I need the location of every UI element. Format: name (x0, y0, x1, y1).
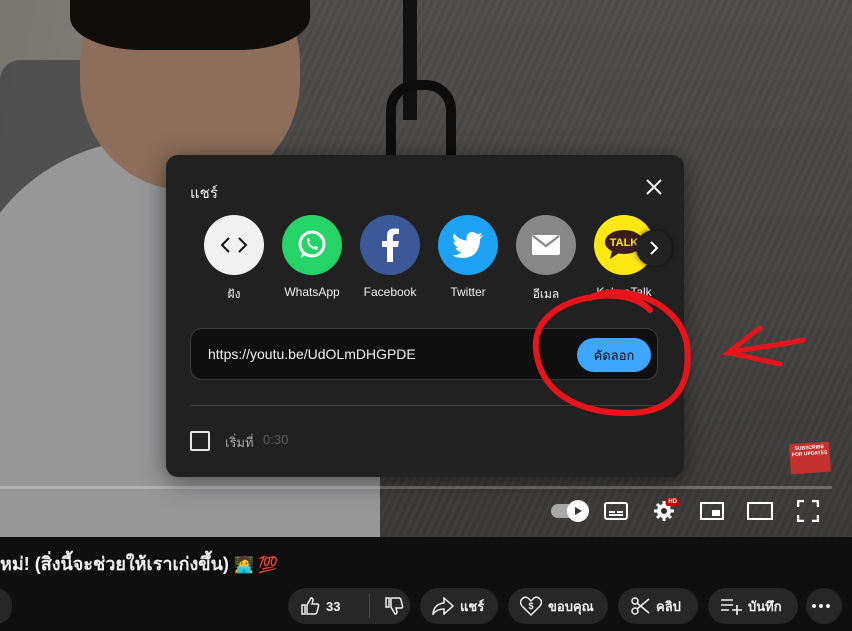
like-button[interactable]: 33 (288, 594, 370, 618)
save-button-label: บันทึก (748, 598, 782, 614)
share-label: KakaoTalk (596, 285, 652, 299)
miniplayer-icon (700, 502, 724, 520)
thumbs-down-icon (385, 597, 404, 615)
thanks-button-label: ขอบคุณ (548, 598, 594, 614)
save-button[interactable]: บันทึก (708, 588, 798, 624)
clip-button-label: คลิป (656, 598, 681, 614)
video-title-emojis: 🧑‍💻 💯 (233, 557, 279, 574)
share-label: ฝัง (227, 287, 241, 301)
share-arrow-icon (432, 597, 454, 615)
share-facebook[interactable]: Facebook (351, 215, 429, 299)
share-label: Facebook (363, 285, 417, 299)
share-label: WhatsApp (284, 285, 340, 299)
share-targets: ฝัง WhatsApp Facebook Twitter อีเมล TALK… (195, 215, 655, 305)
chevron-right-icon (650, 241, 659, 255)
thumbs-up-icon (301, 597, 320, 615)
share-email[interactable]: อีเมล (507, 215, 585, 304)
theater-icon (747, 502, 773, 520)
whatsapp-icon (298, 230, 326, 258)
twitter-icon (452, 232, 483, 258)
share-label: อีเมล (532, 287, 560, 301)
share-dialog: แชร์ ฝัง WhatsApp Facebook Twitter อีเมล… (166, 155, 684, 477)
more-actions-button[interactable] (806, 588, 842, 624)
video-title: หม่! (สิ่งนี้จะช่วยให้เราเก่งขึ้น) 🧑‍💻 💯 (0, 549, 278, 578)
subscribe-watermark[interactable]: SUBSCRIBE FOR UPDATES (789, 441, 831, 475)
start-at-label: เริ่มที่ (225, 435, 254, 450)
share-next-button[interactable] (636, 230, 672, 266)
autoplay-toggle[interactable] (544, 496, 592, 526)
share-embed[interactable]: ฝัง (195, 215, 273, 304)
dislike-button[interactable] (370, 596, 410, 616)
subtitles-icon (604, 502, 628, 520)
share-button[interactable]: แชร์ (420, 588, 498, 624)
progress-bar[interactable] (0, 486, 832, 489)
embed-icon (220, 237, 248, 253)
dialog-title: แชร์ (190, 185, 218, 202)
theater-mode-button[interactable] (736, 496, 784, 526)
play-icon (567, 500, 589, 522)
like-count: 33 (326, 598, 341, 614)
facebook-icon (382, 228, 399, 262)
player-controls: HD (544, 496, 832, 526)
kakaotalk-badge-text: TALK (610, 237, 639, 249)
like-dislike-group: 33 (288, 588, 410, 624)
share-whatsapp[interactable]: WhatsApp (273, 215, 351, 299)
clip-button[interactable]: คลิป (618, 588, 698, 624)
hd-badge: HD (666, 498, 679, 506)
start-at-checkbox[interactable] (190, 431, 210, 451)
scissors-icon (631, 597, 650, 615)
share-url[interactable]: https://youtu.be/UdOLmDHGPDE (208, 346, 416, 362)
settings-button[interactable]: HD (640, 496, 688, 526)
channel-pill[interactable] (0, 588, 12, 624)
copy-button[interactable]: คัดลอก (577, 338, 651, 372)
share-twitter[interactable]: Twitter (429, 215, 507, 299)
video-title-text: หม่! (สิ่งนี้จะช่วยให้เราเก่งขึ้น) (0, 554, 229, 574)
svg-text:$: $ (528, 601, 533, 611)
start-at-time: 0:30 (263, 432, 289, 447)
fullscreen-button[interactable] (784, 496, 832, 526)
thanks-button[interactable]: $ ขอบคุณ (508, 588, 608, 624)
dialog-divider (190, 405, 660, 406)
close-icon (646, 179, 662, 195)
share-url-box[interactable]: https://youtu.be/UdOLmDHGPDE คัดลอก (190, 328, 658, 380)
share-button-label: แชร์ (460, 598, 485, 614)
playlist-add-icon (721, 599, 742, 615)
miniplayer-button[interactable] (688, 496, 736, 526)
close-button[interactable] (643, 176, 665, 198)
share-label: Twitter (450, 285, 486, 299)
more-icon (812, 604, 830, 608)
subtitles-button[interactable] (592, 496, 640, 526)
fullscreen-icon (797, 500, 819, 522)
email-icon (532, 235, 560, 255)
super-thanks-icon: $ (520, 596, 542, 616)
